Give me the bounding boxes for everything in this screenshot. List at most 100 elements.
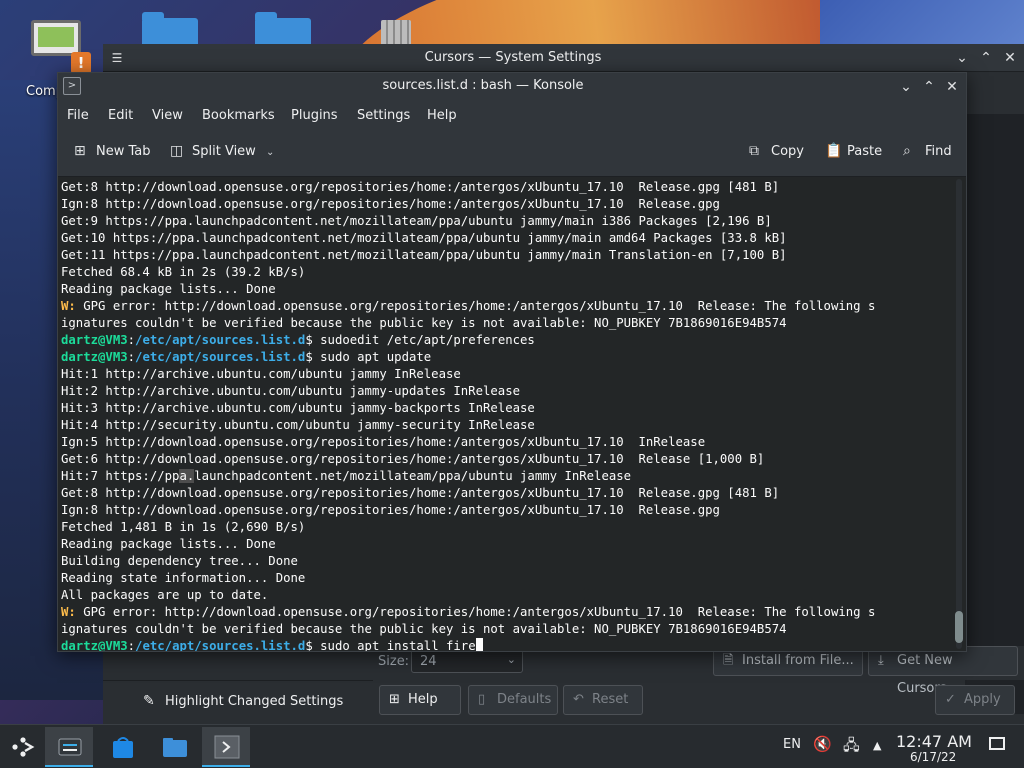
computer-icon: !	[29, 12, 91, 74]
menu-settings[interactable]: Settings	[357, 108, 410, 123]
copy-button[interactable]: ⧉ Copy	[749, 143, 804, 164]
prompt-symbol: $	[305, 350, 313, 364]
prompt-symbol: $	[305, 639, 313, 651]
terminal-line: Get:11 https://ppa.launchpadcontent.net/…	[61, 247, 952, 264]
keyboard-layout-indicator[interactable]: EN	[783, 737, 801, 752]
settings-sidebar-footer: ✎ Highlight Changed Settings	[103, 680, 373, 724]
prompt-path: /etc/apt/sources.list.d	[135, 350, 306, 364]
reset-button[interactable]: ↶ Reset	[563, 685, 643, 715]
apply-button[interactable]: ✓ Apply	[935, 685, 1015, 715]
apply-label: Apply	[964, 692, 1001, 707]
output-text: Reading package lists... Done	[61, 537, 276, 551]
output-text: Get:10 https://ppa.launchpadcontent.net/…	[61, 231, 787, 245]
terminal-line: Building dependency tree... Done	[61, 553, 952, 570]
output-text: launchpadcontent.net/mozillateam/ppa/ubu…	[194, 469, 632, 483]
output-text: All packages are up to date.	[61, 588, 269, 602]
terminal-scrollbar[interactable]	[954, 179, 964, 649]
settings-titlebar[interactable]: ☰ Cursors — System Settings ⌄ ⌃ ✕	[103, 44, 1024, 72]
terminal-line: Ign:8 http://download.opensuse.org/repos…	[61, 502, 952, 519]
paste-label: Paste	[847, 144, 883, 159]
defaults-label: Defaults	[497, 692, 552, 707]
terminal-line: dartz@VM3:/etc/apt/sources.list.d$ sudoe…	[61, 332, 952, 349]
reset-label: Reset	[592, 692, 629, 707]
konsole-window: > sources.list.d : bash — Konsole ⌄ ⌃ ✕ …	[57, 72, 967, 652]
scrollbar-track[interactable]	[956, 179, 962, 649]
command-text: sudo apt install fire	[312, 639, 476, 651]
terminal-line: All packages are up to date.	[61, 587, 952, 604]
defaults-button[interactable]: ▯ Defaults	[468, 685, 558, 715]
warning-text: GPG error: http://download.opensuse.org/…	[75, 605, 876, 619]
store-icon	[113, 737, 133, 758]
terminal-line: W: GPG error: http://download.opensuse.o…	[61, 604, 952, 621]
menu-help[interactable]: Help	[427, 108, 457, 123]
check-icon: ✓	[945, 692, 956, 707]
taskbar: EN 🔇 🖧 ▲ 12:47 AM 6/17/22	[0, 724, 1024, 768]
split-view-button[interactable]: ◫ Split View ⌄	[170, 143, 274, 164]
new-tab-icon: ⊞	[74, 143, 86, 159]
menu-file[interactable]: File	[67, 108, 89, 123]
prompt-user: dartz@VM3	[61, 333, 128, 347]
taskbar-system-settings[interactable]	[45, 727, 93, 767]
terminal-line: Hit:3 http://archive.ubuntu.com/ubuntu j…	[61, 400, 952, 417]
warning-prefix: W:	[61, 299, 76, 313]
size-value: 24	[420, 654, 437, 669]
output-text: Get:6 http://download.opensuse.org/repos…	[61, 452, 765, 466]
terminal-line: ignatures couldn't be verified because t…	[61, 315, 952, 332]
output-text: Ign:8 http://download.opensuse.org/repos…	[61, 197, 720, 211]
taskbar-discover[interactable]	[98, 727, 146, 767]
new-tab-button[interactable]: ⊞ New Tab	[74, 143, 151, 164]
output-text: Hit:3 http://archive.ubuntu.com/ubuntu j…	[61, 401, 535, 415]
command-text: sudo apt update	[312, 350, 432, 364]
close-icon[interactable]: ✕	[942, 77, 962, 97]
find-button[interactable]: ⌕ Find	[903, 143, 952, 164]
clock-date: 6/17/22	[910, 750, 957, 764]
new-tab-label: New Tab	[96, 144, 151, 159]
terminal-line: Fetched 1,481 B in 1s (2,690 B/s)	[61, 519, 952, 536]
menu-bookmarks[interactable]: Bookmarks	[202, 108, 275, 123]
chevron-down-icon[interactable]: ⌄	[266, 147, 274, 158]
size-label: Size:	[378, 654, 410, 669]
paste-button[interactable]: 📋 Paste	[825, 143, 883, 164]
prompt-user: dartz@VM3	[61, 350, 128, 364]
search-icon: ⌕	[903, 143, 911, 159]
warning-text: GPG error: http://download.opensuse.org/…	[75, 299, 876, 313]
minimize-icon[interactable]: ⌄	[896, 77, 916, 97]
copy-icon: ⧉	[749, 143, 759, 159]
terminal-line: Ign:5 http://download.opensuse.org/repos…	[61, 434, 952, 451]
taskbar-dolphin[interactable]	[150, 727, 198, 767]
scrollbar-thumb[interactable]	[955, 611, 963, 643]
folder-icon	[163, 738, 187, 757]
maximize-icon[interactable]: ⌃	[919, 77, 939, 97]
size-combobox[interactable]: 24 ⌄	[411, 649, 523, 673]
terminal-line: Get:8 http://download.opensuse.org/repos…	[61, 179, 952, 196]
highlight-changed-settings-button[interactable]: ✎ Highlight Changed Settings	[143, 693, 343, 709]
network-icon[interactable]: 🖧	[843, 735, 860, 760]
terminal-line: dartz@VM3:/etc/apt/sources.list.d$ sudo …	[61, 638, 952, 651]
settings-icon	[58, 738, 82, 756]
minimize-icon[interactable]: ⌄	[952, 48, 972, 68]
konsole-menubar: File Edit View Bookmarks Plugins Setting…	[58, 101, 966, 131]
terminal-line: Get:6 http://download.opensuse.org/repos…	[61, 451, 952, 468]
terminal-output[interactable]: Get:8 http://download.opensuse.org/repos…	[58, 177, 952, 651]
terminal-line: W: GPG error: http://download.opensuse.o…	[61, 298, 952, 315]
warning-badge-icon: !	[71, 52, 91, 74]
menu-edit[interactable]: Edit	[108, 108, 133, 123]
chevron-down-icon: ⌄	[506, 653, 516, 666]
taskbar-konsole[interactable]	[202, 727, 250, 767]
terminal-line: Hit:4 http://security.ubuntu.com/ubuntu …	[61, 417, 952, 434]
install-from-file-label: Install from File...	[742, 653, 854, 668]
tray-expand-icon[interactable]: ▲	[873, 739, 881, 752]
prompt-separator: :	[127, 333, 136, 347]
application-launcher[interactable]	[0, 727, 48, 767]
clock-time: 12:47 AM	[896, 732, 972, 751]
undo-icon: ↶	[573, 692, 584, 707]
menu-view[interactable]: View	[152, 108, 183, 123]
menu-plugins[interactable]: Plugins	[291, 108, 338, 123]
konsole-titlebar[interactable]: > sources.list.d : bash — Konsole ⌄ ⌃ ✕	[58, 73, 966, 101]
close-icon[interactable]: ✕	[1000, 48, 1020, 68]
help-button[interactable]: ⊞ Help	[379, 685, 461, 715]
show-desktop-icon[interactable]	[989, 737, 1005, 750]
volume-muted-icon[interactable]: 🔇	[813, 735, 832, 753]
terminal-line: Ign:8 http://download.opensuse.org/repos…	[61, 196, 952, 213]
maximize-icon[interactable]: ⌃	[976, 48, 996, 68]
